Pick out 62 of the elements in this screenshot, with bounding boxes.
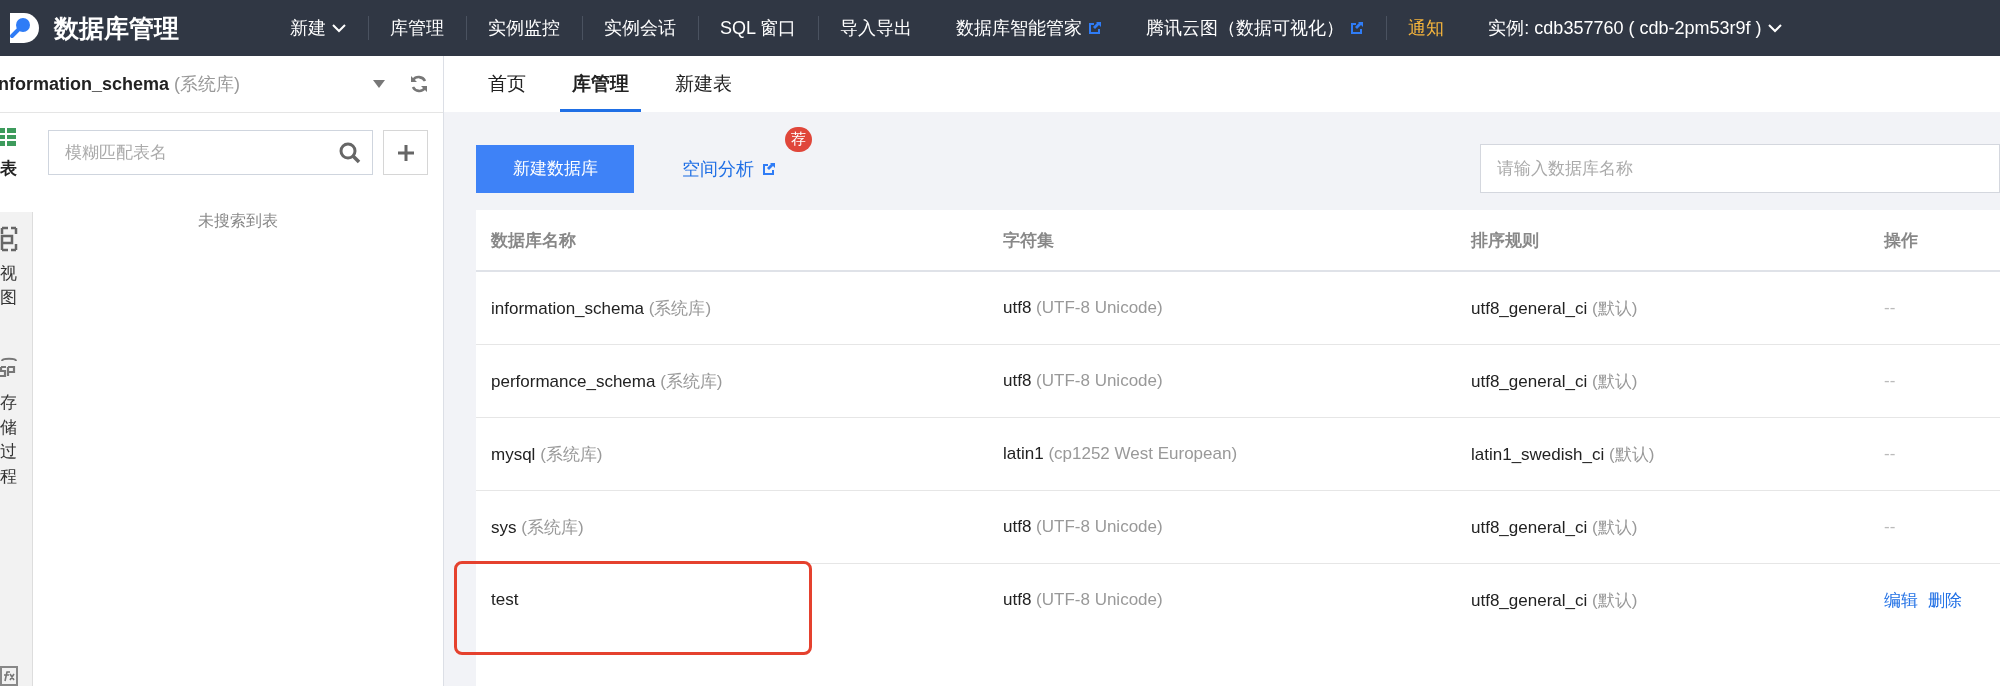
empty-action-text: -- xyxy=(1884,444,1896,464)
empty-action-text: -- xyxy=(1884,371,1896,391)
caret-down-icon[interactable] xyxy=(373,80,385,88)
nav-item[interactable]: 导入导出 xyxy=(818,16,935,40)
nav-item[interactable]: 通知 xyxy=(1386,16,1467,40)
table-cell-text: utf8_general_ci (默认) xyxy=(1471,516,1638,539)
object-type-tab[interactable] xyxy=(0,519,33,686)
database-selector-text[interactable]: nformation_schema (系统库) xyxy=(0,72,373,96)
action-link[interactable]: 删除 xyxy=(1928,588,1962,612)
object-type-tab[interactable]: 存储过程 xyxy=(0,340,33,520)
empty-action-text: -- xyxy=(1884,517,1896,537)
nav-item[interactable]: 实例监控 xyxy=(466,16,582,40)
database-search-field[interactable]: 请输入数据库名称 xyxy=(1480,144,2000,193)
create-database-button[interactable]: 新建数据库 xyxy=(476,144,634,193)
table-cell: utf8 (UTF-8 Unicode) xyxy=(1003,298,1163,318)
search-icon xyxy=(339,142,361,164)
nav-item[interactable]: 实例: cdb357760 ( cdb-2pm53r9f ) xyxy=(1466,16,1804,40)
table-cell: test xyxy=(491,590,519,610)
external-link-icon xyxy=(1350,21,1365,35)
nav-item[interactable]: 库管理 xyxy=(368,16,466,40)
table-cell: utf8 (UTF-8 Unicode) xyxy=(1003,517,1163,537)
empty-action-text: -- xyxy=(1884,298,1896,318)
page-tab[interactable]: 库管理 xyxy=(560,71,641,112)
recommend-badge: 荐 xyxy=(785,126,812,152)
nav-item[interactable]: 腾讯云图（数据可视化） xyxy=(1124,16,1387,40)
table-cell-text: utf8_general_ci (默认) xyxy=(1471,589,1638,612)
column-header: 数据库名称 xyxy=(476,210,988,272)
add-table-button[interactable] xyxy=(383,130,428,175)
empty-message: 未搜索到表 xyxy=(197,211,279,231)
action-link[interactable]: 编辑 xyxy=(1884,588,1918,612)
table-cell-text: utf8_general_ci (默认) xyxy=(1471,297,1638,320)
nav-item[interactable]: 实例会话 xyxy=(582,16,698,40)
table-cell-text: performance_schema (系统库) xyxy=(491,370,723,393)
refresh-icon[interactable] xyxy=(409,74,429,94)
table-search-field[interactable]: 模糊匹配表名 xyxy=(48,130,373,175)
table-cell: latin1 (cp1252 West European) xyxy=(1003,444,1238,464)
column-header: 排序规则 xyxy=(1456,210,1869,272)
page-tab[interactable]: 新建表 xyxy=(663,71,744,112)
external-link-icon xyxy=(762,161,776,176)
table-cell-text: utf8_general_ci (默认) xyxy=(1471,370,1638,393)
nav-item[interactable]: SQL 窗口 xyxy=(698,16,819,40)
view-frame-icon xyxy=(0,225,18,252)
nav-item[interactable]: 新建 xyxy=(268,16,368,40)
page-tab[interactable]: 首页 xyxy=(476,71,538,112)
space-analysis-link[interactable]: 空间分析 xyxy=(682,156,776,181)
object-type-tab[interactable]: 视图 xyxy=(0,211,33,341)
table-cell-text: information_schema (系统库) xyxy=(491,297,712,320)
table-grid-icon xyxy=(0,127,16,147)
table-cell: utf8 (UTF-8 Unicode) xyxy=(1003,590,1163,610)
table-cell-text: latin1_swedish_ci (默认) xyxy=(1471,443,1655,466)
app-title: 数据库管理 xyxy=(54,12,179,44)
nav-item[interactable]: 数据库智能管家 xyxy=(934,16,1125,40)
chevron-down-icon xyxy=(1767,23,1782,33)
column-header: 字符集 xyxy=(988,210,1456,272)
table-cell: utf8 (UTF-8 Unicode) xyxy=(1003,371,1163,391)
table-cell-text: sys (系统库) xyxy=(491,516,584,539)
plus-icon xyxy=(397,144,414,161)
column-header: 操作 xyxy=(1869,210,2000,272)
table-cell-text: mysql (系统库) xyxy=(491,443,603,466)
external-link-icon xyxy=(1088,21,1103,35)
chevron-down-icon xyxy=(332,23,346,33)
function-fx-icon xyxy=(0,666,18,686)
